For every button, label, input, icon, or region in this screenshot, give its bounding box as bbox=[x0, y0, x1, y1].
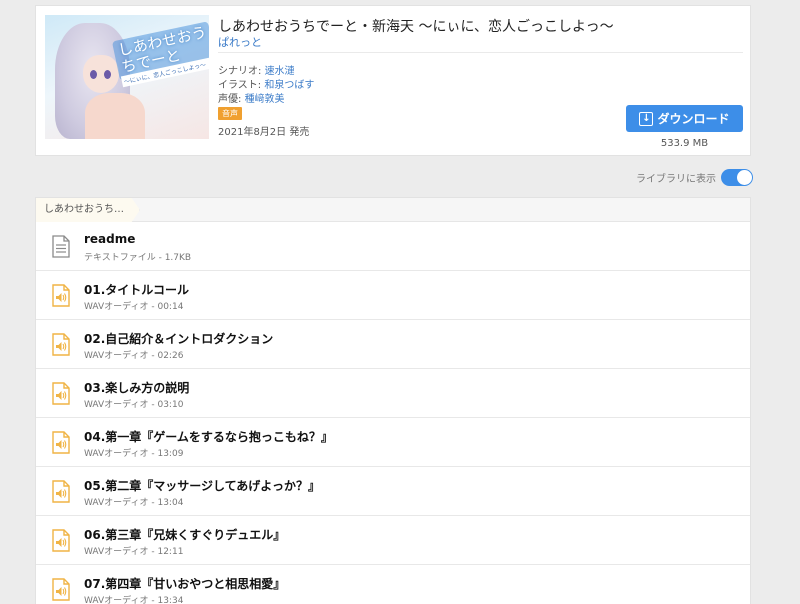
file-name: 05.第二章『マッサージしてあげよっか？』 bbox=[84, 479, 320, 493]
file-name: 01.タイトルコール bbox=[84, 283, 190, 297]
audio-file-icon bbox=[52, 284, 70, 307]
file-row[interactable]: 04.第一章『ゲームをするなら抱っこもね？』 WAVオーディオ - 13:09 bbox=[36, 418, 750, 467]
download-button-label: ダウンロード bbox=[657, 112, 730, 126]
file-name: 04.第一章『ゲームをするなら抱っこもね？』 bbox=[84, 430, 333, 444]
audio-file-icon bbox=[52, 529, 70, 552]
file-size: 533.9 MB bbox=[660, 138, 709, 149]
credit-voice-label: 声優: bbox=[218, 94, 245, 105]
download-button[interactable]: ↓ ダウンロード bbox=[626, 105, 743, 132]
file-meta: WAVオーディオ - 03:10 bbox=[84, 400, 184, 410]
file-meta: WAVオーディオ - 13:04 bbox=[84, 498, 184, 508]
file-row[interactable]: readme テキストファイル - 1.7KB bbox=[36, 222, 750, 271]
divider bbox=[218, 52, 743, 53]
audio-file-icon bbox=[52, 333, 70, 356]
audio-file-icon bbox=[52, 480, 70, 503]
category-badge: 音声 bbox=[218, 107, 242, 120]
file-row[interactable]: 02.自己紹介＆イントロダクション WAVオーディオ - 02:26 bbox=[36, 320, 750, 369]
audio-file-icon bbox=[52, 382, 70, 405]
file-name: 07.第四章『甘いおやつと相思相愛』 bbox=[84, 577, 286, 591]
file-meta: テキストファイル - 1.7KB bbox=[84, 253, 192, 263]
file-row[interactable]: 07.第四章『甘いおやつと相思相愛』 WAVオーディオ - 13:34 bbox=[36, 565, 750, 604]
file-meta: WAVオーディオ - 13:09 bbox=[84, 449, 184, 459]
file-name: 03.楽しみ方の説明 bbox=[84, 381, 190, 395]
file-row[interactable]: 01.タイトルコール WAVオーディオ - 00:14 bbox=[36, 271, 750, 320]
file-name: 06.第三章『兄妹くすぐりデュエル』 bbox=[84, 528, 286, 542]
credit-voice: 声優: 種﨑敦美 bbox=[218, 90, 285, 105]
breadcrumb: しあわせおうち… bbox=[36, 198, 750, 222]
credit-illust: イラスト: 和泉つばす bbox=[218, 76, 314, 91]
product-card: しあわせおうちでーと 〜にぃに、恋人ごっこしよっ〜 しあわせおうちでーと・新海天… bbox=[35, 5, 751, 156]
file-row[interactable]: 03.楽しみ方の説明 WAVオーディオ - 03:10 bbox=[36, 369, 750, 418]
cover-character-eye bbox=[104, 70, 111, 79]
cover-character-body bbox=[85, 93, 145, 139]
library-toggle-label: ライブラリに表示 bbox=[636, 174, 716, 185]
release-date: 2021年8月2日 発売 bbox=[218, 127, 310, 138]
file-meta: WAVオーディオ - 02:26 bbox=[84, 351, 184, 361]
file-list: しあわせおうち… readme テキストファイル - 1.7KB 01.タイトルコー… bbox=[35, 197, 751, 604]
file-meta: WAVオーディオ - 12:11 bbox=[84, 547, 184, 557]
toggle-knob bbox=[737, 170, 752, 185]
file-meta: WAVオーディオ - 13:34 bbox=[84, 596, 184, 604]
file-name: 02.自己紹介＆イントロダクション bbox=[84, 332, 274, 346]
file-row[interactable]: 06.第三章『兄妹くすぐりデュエル』 WAVオーディオ - 12:11 bbox=[36, 516, 750, 565]
product-title: しあわせおうちでーと・新海天 〜にぃに、恋人ごっこしよっ〜 bbox=[218, 19, 614, 35]
breadcrumb-item[interactable]: しあわせおうち… bbox=[36, 198, 140, 222]
credit-scenario: シナリオ: 速水漣 bbox=[218, 62, 295, 77]
circle-link[interactable]: ぱれっと bbox=[218, 34, 262, 50]
cover-character-face bbox=[83, 55, 119, 93]
cover-image[interactable]: しあわせおうちでーと 〜にぃに、恋人ごっこしよっ〜 bbox=[45, 15, 209, 139]
file-name: readme bbox=[84, 232, 136, 246]
audio-file-icon bbox=[52, 431, 70, 454]
audio-file-icon bbox=[52, 578, 70, 601]
file-rows: readme テキストファイル - 1.7KB 01.タイトルコール WAVオーディオ… bbox=[36, 222, 750, 604]
library-toggle-row: ライブラリに表示 bbox=[636, 169, 753, 186]
download-icon: ↓ bbox=[639, 111, 654, 126]
file-meta: WAVオーディオ - 00:14 bbox=[84, 302, 184, 312]
credit-voice-link[interactable]: 種﨑敦美 bbox=[245, 94, 285, 105]
library-toggle[interactable] bbox=[721, 169, 753, 186]
file-row[interactable]: 05.第二章『マッサージしてあげよっか？』 WAVオーディオ - 13:04 bbox=[36, 467, 750, 516]
text-file-icon bbox=[52, 235, 70, 258]
cover-character-eye bbox=[90, 70, 97, 79]
